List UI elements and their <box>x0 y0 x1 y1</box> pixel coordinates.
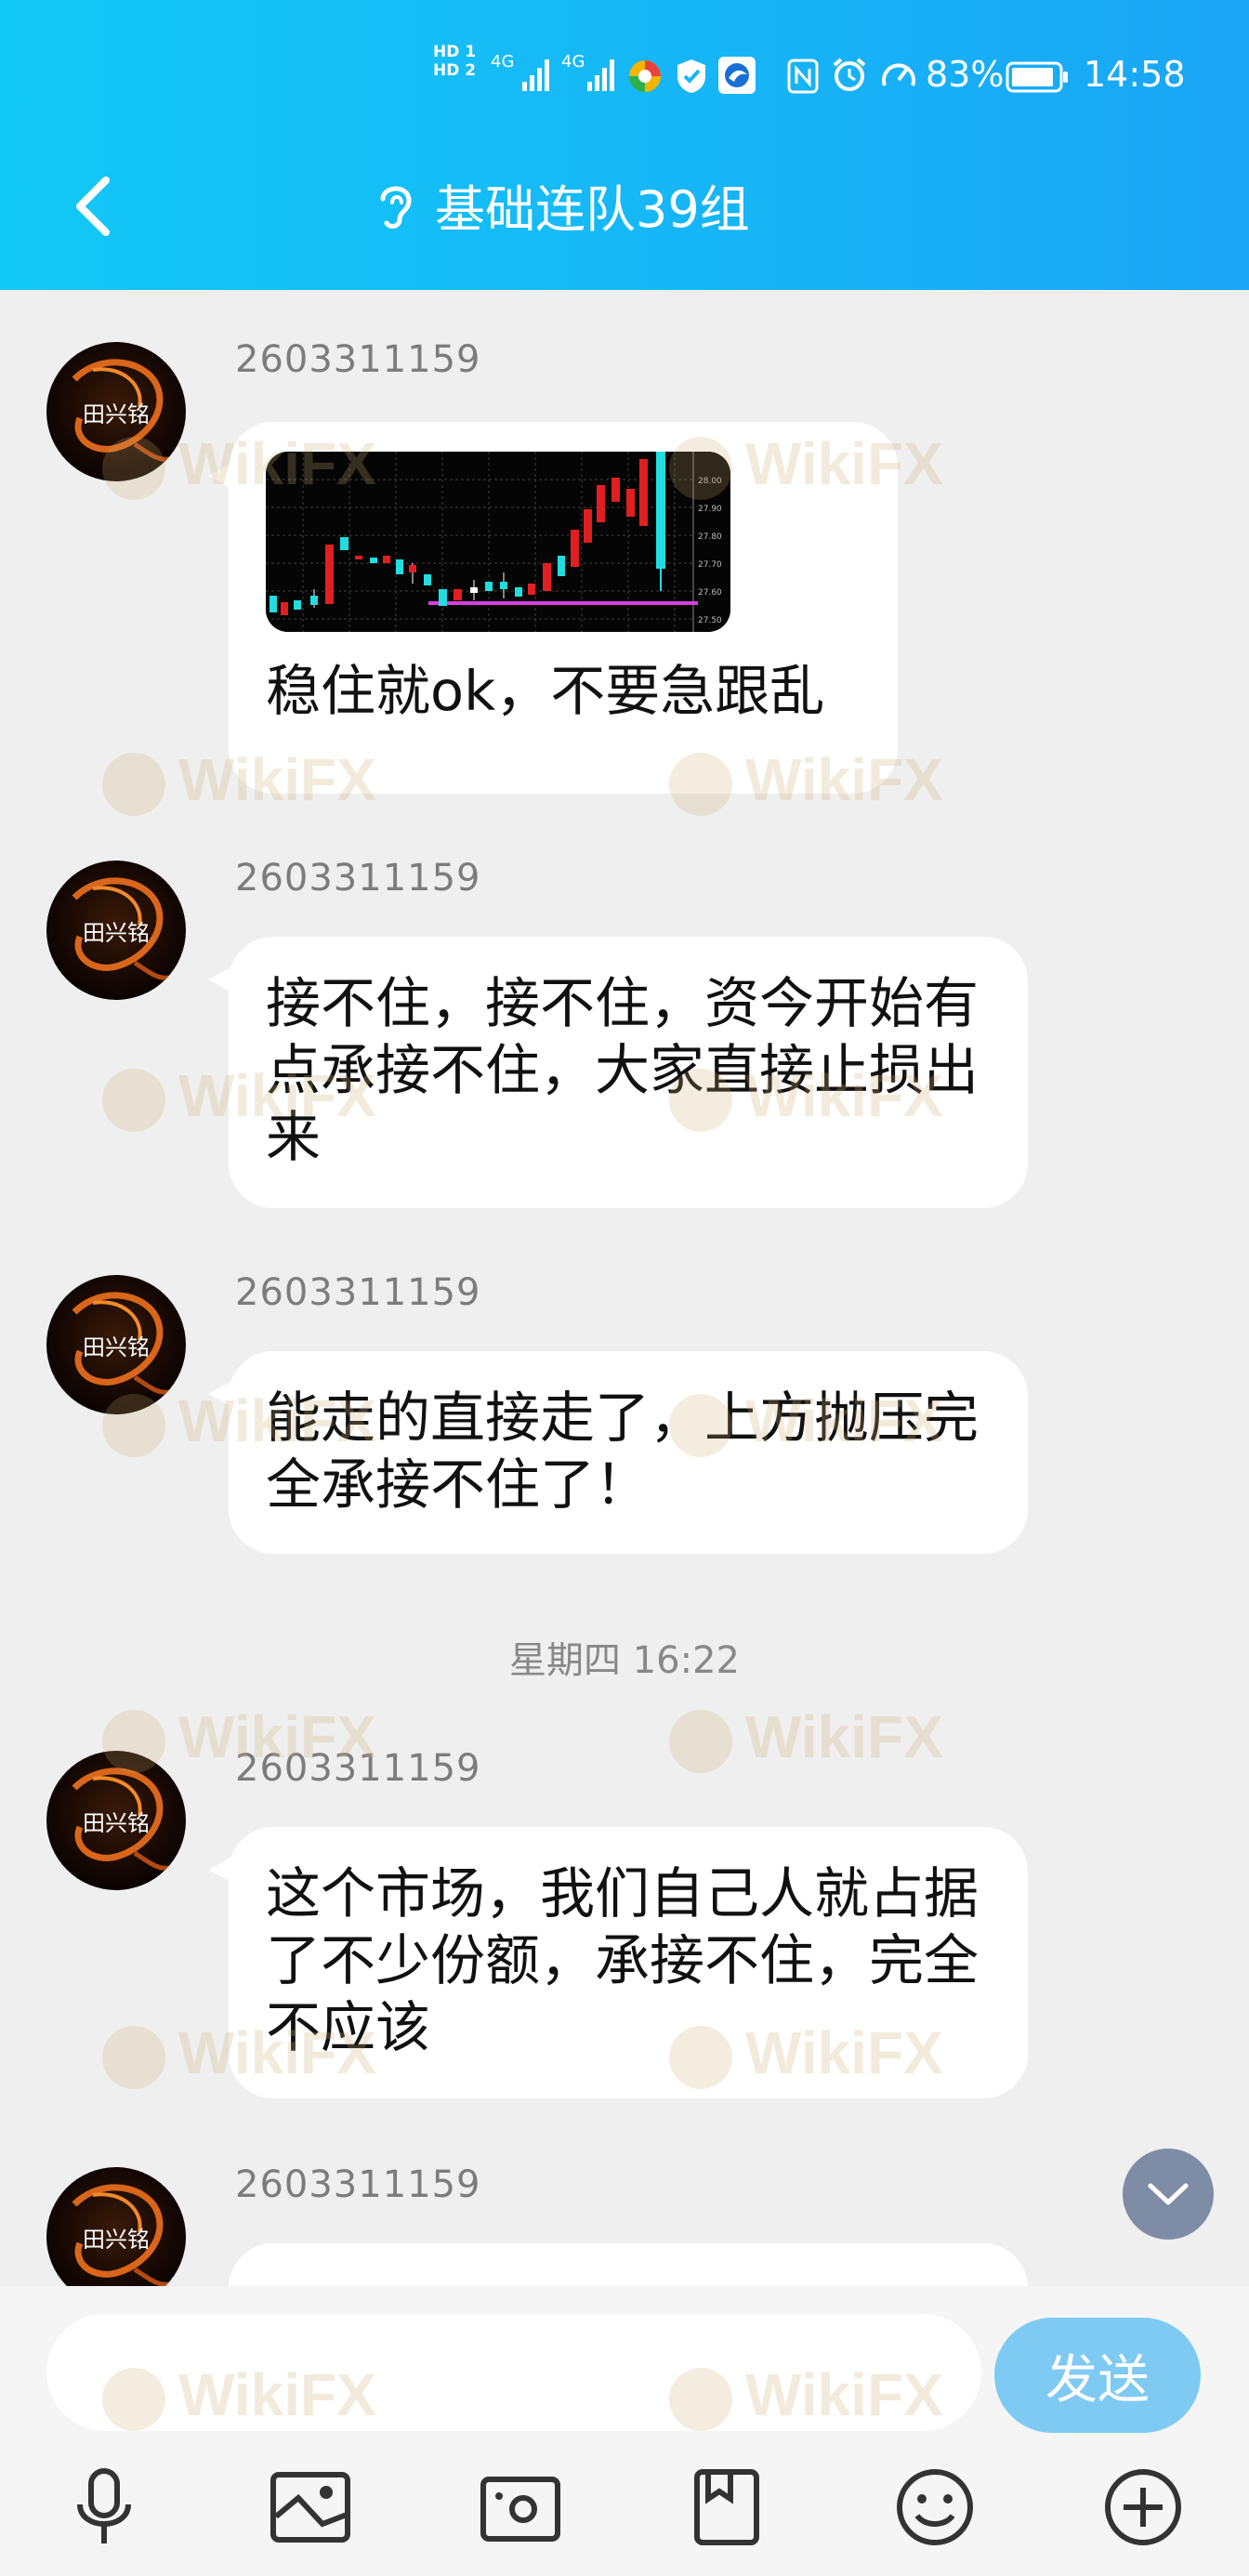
more-button[interactable] <box>1097 2461 1190 2554</box>
avatar-caption: 田兴铭 <box>83 920 150 946</box>
sender-name: 2603311159 <box>235 1271 481 1314</box>
message-input[interactable] <box>46 2314 981 2431</box>
app-color-icon <box>629 60 661 92</box>
send-button[interactable]: 发送 <box>994 2318 1201 2433</box>
message-bubble[interactable] <box>229 2243 1028 2286</box>
message-bubble[interactable]: 28.00 27.90 27.80 27.70 27.60 27.50 稳住就o… <box>229 422 898 794</box>
clock: 14:58 <box>1084 54 1186 95</box>
voice-button[interactable] <box>58 2461 151 2554</box>
price-label: 27.90 <box>698 505 722 514</box>
signal1-label: 4G <box>491 52 515 72</box>
sender-name: 2603311159 <box>235 1747 481 1790</box>
avatar[interactable]: 田兴铭 <box>46 1751 186 1890</box>
scroll-to-bottom-button[interactable] <box>1123 2149 1214 2240</box>
dragon-avatar-icon: 田兴铭 <box>72 1768 170 1871</box>
avatar[interactable]: 田兴铭 <box>46 342 186 481</box>
emoji-icon <box>897 2469 973 2545</box>
signal2-icon <box>587 59 614 91</box>
chevron-left-icon <box>76 177 110 236</box>
time-separator: 星期四 16:22 <box>509 1639 740 1682</box>
avatar-caption: 田兴铭 <box>83 2227 150 2253</box>
price-label: 28.00 <box>698 477 722 486</box>
message-text: 这个市场，我们自己人就占据了不少份额，承接不住，完全不应该 <box>266 1861 979 2059</box>
microphone-icon <box>77 2468 131 2543</box>
sender-name: 2603311159 <box>235 338 481 381</box>
dragon-avatar-icon: 田兴铭 <box>72 1292 170 1395</box>
ear-icon[interactable] <box>372 177 418 232</box>
sim1-label: HD 1 <box>433 43 477 61</box>
sender-name: 2603311159 <box>235 857 481 900</box>
avatar[interactable]: 田兴铭 <box>46 1275 186 1414</box>
page-title: 基础连队39组 <box>435 179 750 239</box>
sender-name: 2603311159 <box>235 2163 481 2206</box>
input-bar: 发送 WikiFX WikiFX <box>0 2286 1249 2576</box>
dragon-avatar-icon: 田兴铭 <box>72 359 170 462</box>
dragon-avatar-icon: 田兴铭 <box>72 877 170 980</box>
battery-icon <box>1006 61 1068 93</box>
image-button[interactable] <box>264 2461 357 2554</box>
message-bubble[interactable]: 这个市场，我们自己人就占据了不少份额，承接不住，完全不应该 <box>229 1827 1028 2098</box>
price-label: 27.50 <box>698 616 722 625</box>
dragon-avatar-icon: 田兴铭 <box>72 2184 170 2286</box>
shield-icon <box>677 59 705 93</box>
chart-image[interactable]: 28.00 27.90 27.80 27.70 27.60 27.50 <box>266 452 730 632</box>
plus-circle-icon <box>1105 2469 1181 2545</box>
watermark: WikiFX <box>669 1702 943 1773</box>
message-text: 接不住，接不住，资今开始有点承接不住，大家直接止损出来 <box>266 971 979 1169</box>
file-icon <box>694 2469 759 2545</box>
status-bar: HD 1 HD 2 4G 4G 83% 14:58 <box>0 43 1249 104</box>
avatar-caption: 田兴铭 <box>83 401 150 427</box>
camera-icon <box>480 2477 560 2542</box>
signal2-label: 4G <box>561 52 585 72</box>
emoji-button[interactable] <box>888 2461 981 2554</box>
sim2-label: HD 2 <box>433 61 477 80</box>
message-bubble[interactable]: 接不住，接不住，资今开始有点承接不住，大家直接止损出来 <box>229 937 1028 1208</box>
avatar-caption: 田兴铭 <box>83 1810 150 1836</box>
chat-header: HD 1 HD 2 4G 4G 83% 14:58 基础连队39组 <box>0 0 1249 290</box>
back-button[interactable] <box>67 169 123 243</box>
nfc-icon <box>787 59 819 94</box>
price-label: 27.60 <box>698 588 722 598</box>
camera-button[interactable] <box>474 2461 567 2554</box>
avatar[interactable]: 田兴铭 <box>46 2167 186 2286</box>
sim-indicators: HD 1 HD 2 <box>433 43 476 80</box>
battery-percent: 83% <box>926 54 1005 95</box>
signal1-icon <box>522 59 549 91</box>
chevron-down-icon <box>1148 2183 1189 2205</box>
avatar[interactable]: 田兴铭 <box>46 861 186 1000</box>
avatar-caption: 田兴铭 <box>83 1334 150 1360</box>
app-bird-icon <box>718 57 756 94</box>
price-label: 27.80 <box>698 532 722 542</box>
message-text: 能走的直接走了，上方抛压完全承接不住了！ <box>266 1386 979 1517</box>
message-bubble[interactable]: 能走的直接走了，上方抛压完全承接不住了！ <box>229 1351 1028 1554</box>
alarm-icon <box>833 58 866 91</box>
title-group: 基础连队39组 <box>372 167 750 242</box>
message-list[interactable]: 田兴铭 2603311159 28.00 27.90 27.80 27.70 2… <box>0 290 1249 2286</box>
image-icon <box>270 2472 350 2543</box>
file-button[interactable] <box>680 2461 773 2554</box>
price-label: 27.70 <box>698 560 722 570</box>
candlestick-chart: 28.00 27.90 27.80 27.70 27.60 27.50 <box>266 452 730 632</box>
message-text: 稳住就ok，不要急跟乱 <box>266 659 825 723</box>
speed-icon <box>882 63 915 86</box>
